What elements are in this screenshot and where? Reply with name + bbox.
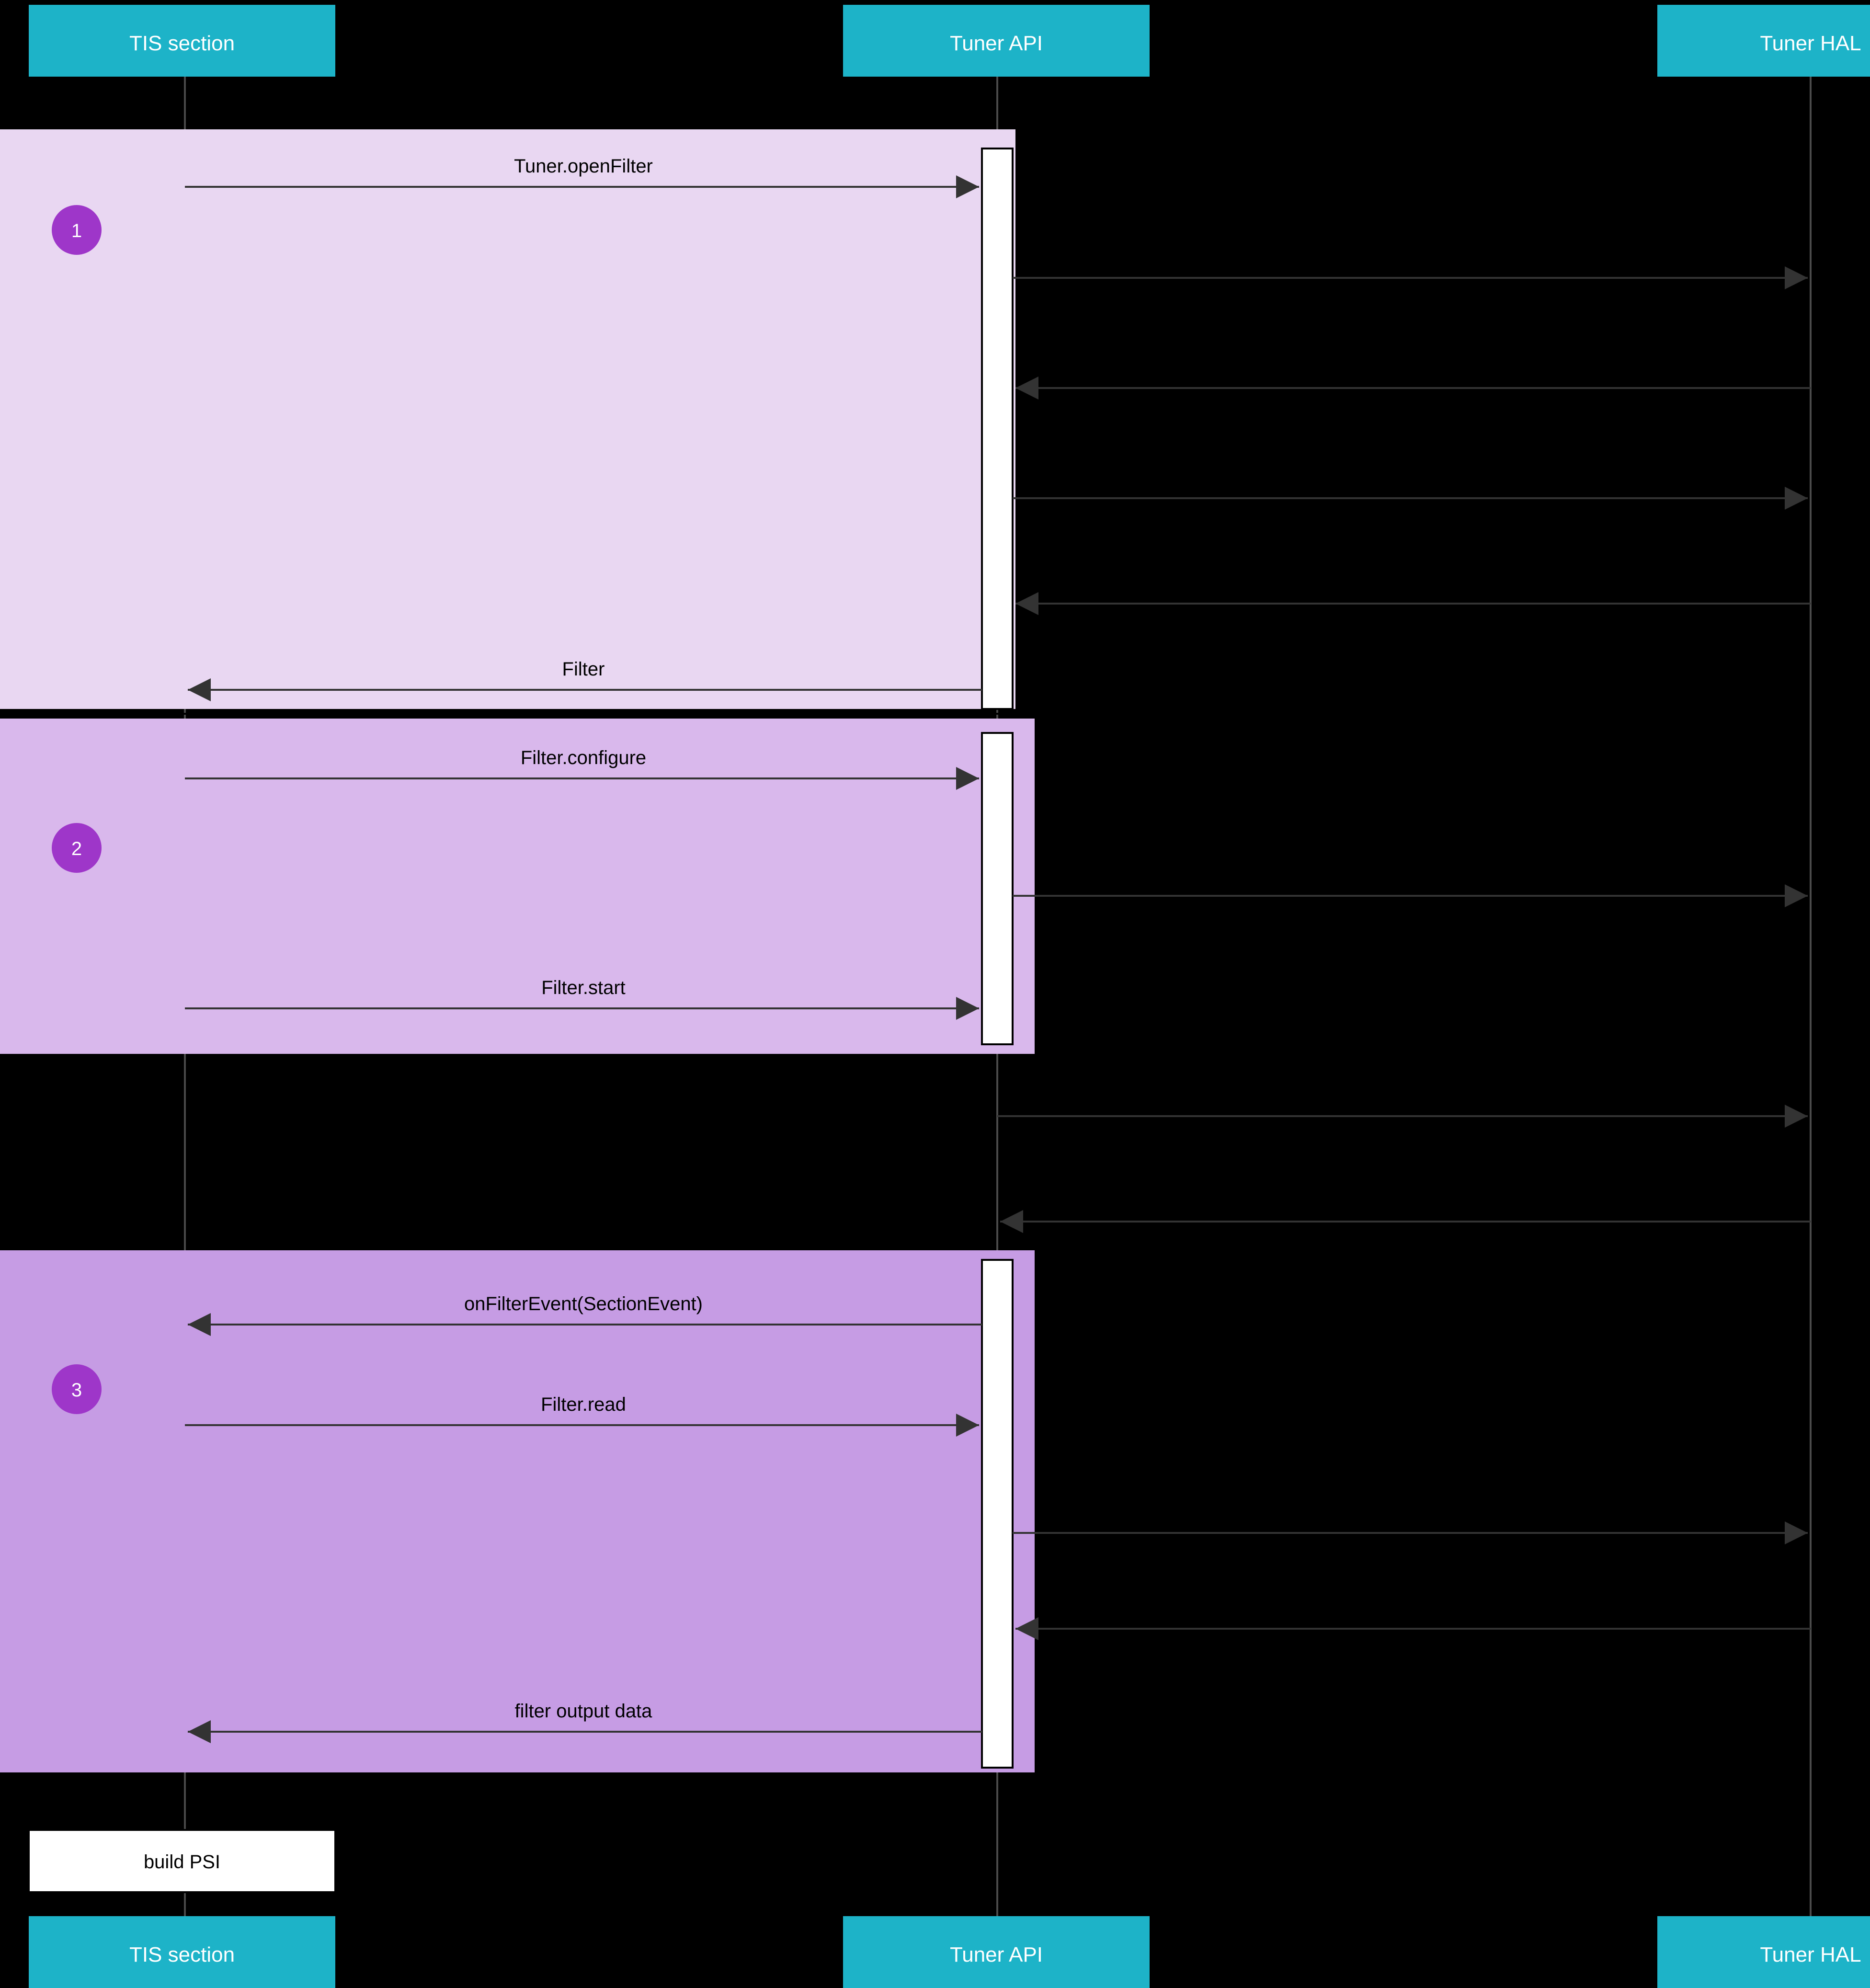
- lifeline-hal-label-bottom: Tuner HAL: [1760, 1943, 1861, 1966]
- lifeline-tis-label-top: TIS section: [129, 32, 235, 55]
- activation-api-3: [982, 1260, 1013, 1768]
- msg-filter-output: filter output data: [515, 1701, 653, 1722]
- msg-open-filter: Tuner.openFilter: [514, 156, 653, 177]
- step-num-2: 2: [71, 838, 82, 859]
- msg-filter-configure: Filter.configure: [521, 747, 646, 768]
- lifeline-tis-label-bottom: TIS section: [129, 1943, 235, 1966]
- step-1-region: [0, 129, 1015, 709]
- note-build-psi: build PSI: [144, 1851, 220, 1873]
- step-num-3: 3: [71, 1380, 82, 1401]
- msg-filter-read: Filter.read: [541, 1394, 626, 1415]
- step-2-region: [0, 719, 1035, 1054]
- msg-on-filter-event: onFilterEvent(SectionEvent): [464, 1293, 703, 1314]
- step-num-1: 1: [71, 220, 82, 241]
- activation-api-1: [982, 149, 1013, 709]
- step-3-region: [0, 1250, 1035, 1772]
- activation-api-2: [982, 733, 1013, 1044]
- msg-filter: Filter: [562, 659, 605, 680]
- lifeline-api-label-top: Tuner API: [950, 32, 1043, 55]
- sequence-diagram: 1 2 3 Tuner.openFilter Filter Filter.con…: [0, 0, 1870, 1988]
- lifeline-hal-label-top: Tuner HAL: [1760, 32, 1861, 55]
- lifeline-api-label-bottom: Tuner API: [950, 1943, 1043, 1966]
- msg-filter-start: Filter.start: [541, 977, 626, 998]
